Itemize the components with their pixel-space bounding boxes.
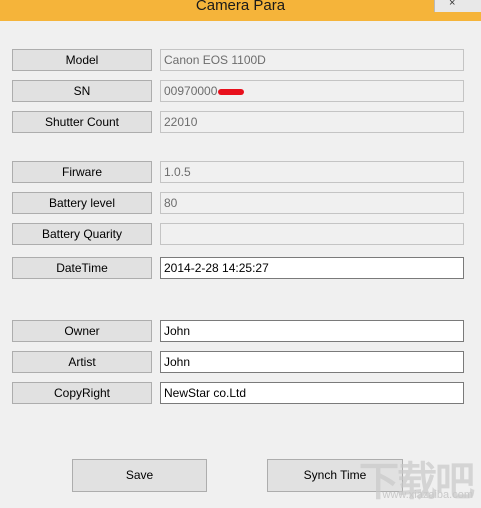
shutter-count-field[interactable]: 22010 [160,111,464,133]
close-button[interactable]: × [434,0,481,12]
sn-field[interactable]: 00970000 [160,80,464,102]
copyright-field[interactable]: NewStar co.Ltd [160,382,464,404]
owner-label[interactable]: Owner [12,320,152,342]
redaction-mark [218,88,245,95]
sn-value: 00970000 [164,84,218,98]
watermark-url: www.xiazaiba.com [382,489,473,501]
model-label[interactable]: Model [12,49,152,71]
close-icon: × [449,0,456,9]
battery-quarity-label[interactable]: Battery Quarity [12,223,152,245]
dialog-body: Model Canon EOS 1100D SN 00970000 Shutte… [0,21,481,508]
datetime-field[interactable]: 2014-2-28 14:25:27 [160,257,464,279]
artist-label[interactable]: Artist [12,351,152,373]
shutter-count-label[interactable]: Shutter Count [12,111,152,133]
model-field[interactable]: Canon EOS 1100D [160,49,464,71]
artist-field[interactable]: John [160,351,464,373]
firware-label[interactable]: Firware [12,161,152,183]
firware-field[interactable]: 1.0.5 [160,161,464,183]
battery-quarity-field[interactable] [160,223,464,245]
copyright-label[interactable]: CopyRight [12,382,152,404]
sn-label[interactable]: SN [12,80,152,102]
save-button[interactable]: Save [72,459,207,492]
title-bar: Camera Para × [0,0,481,21]
owner-field[interactable]: John [160,320,464,342]
battery-level-label[interactable]: Battery level [12,192,152,214]
window-title: Camera Para [195,0,286,14]
datetime-label[interactable]: DateTime [12,257,152,279]
battery-level-field[interactable]: 80 [160,192,464,214]
